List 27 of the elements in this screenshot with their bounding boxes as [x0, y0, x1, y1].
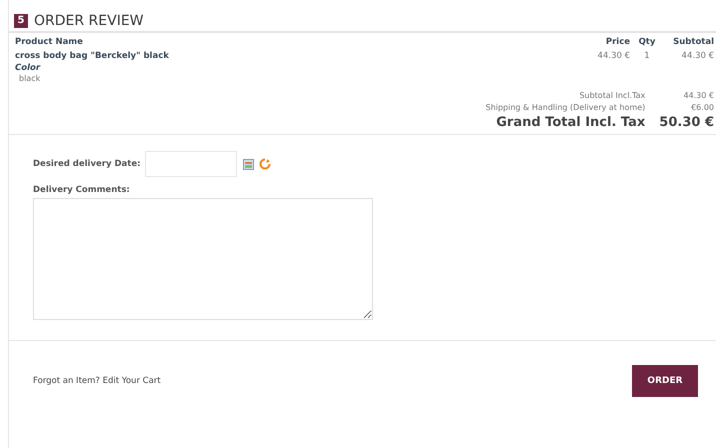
cart-hint: Forgot an Item? Edit Your Cart — [33, 376, 161, 386]
date-label: Desired delivery Date: — [33, 159, 140, 169]
total-label: Shipping & Handling (Delivery at home) — [486, 103, 646, 112]
total-value: 50.30 € — [659, 115, 714, 130]
calendar-icon[interactable] — [242, 158, 254, 170]
total-label: Grand Total Incl. Tax — [496, 115, 646, 130]
price-cell: 44.30 € — [598, 51, 630, 61]
column-header: Product Name — [15, 37, 84, 47]
date-field[interactable] — [144, 151, 236, 177]
total-label: Subtotal Incl.Tax — [579, 91, 646, 100]
column-header: Subtotal — [672, 37, 714, 47]
refresh-icon[interactable] — [258, 158, 270, 170]
step-badge: 5 — [14, 14, 28, 28]
option-label: Color — [15, 63, 42, 73]
total-value: 44.30 € — [683, 91, 714, 100]
comments-field[interactable] — [33, 198, 373, 320]
comments-label: Delivery Comments: — [33, 185, 131, 195]
section-title: ORDER REVIEW — [34, 12, 144, 28]
qty-cell: 1 — [644, 51, 650, 61]
option-value: black — [18, 74, 42, 83]
column-header: Price — [604, 37, 630, 47]
edit-cart-link[interactable]: Edit Your Cart — [102, 376, 161, 386]
order-button[interactable]: ORDER — [632, 365, 698, 397]
column-header: Qty — [638, 37, 656, 47]
subtotal-cell: 44.30 € — [682, 51, 714, 61]
product-name: cross body bag "Berckely" black — [15, 51, 170, 61]
total-value: €6.00 — [691, 103, 714, 112]
